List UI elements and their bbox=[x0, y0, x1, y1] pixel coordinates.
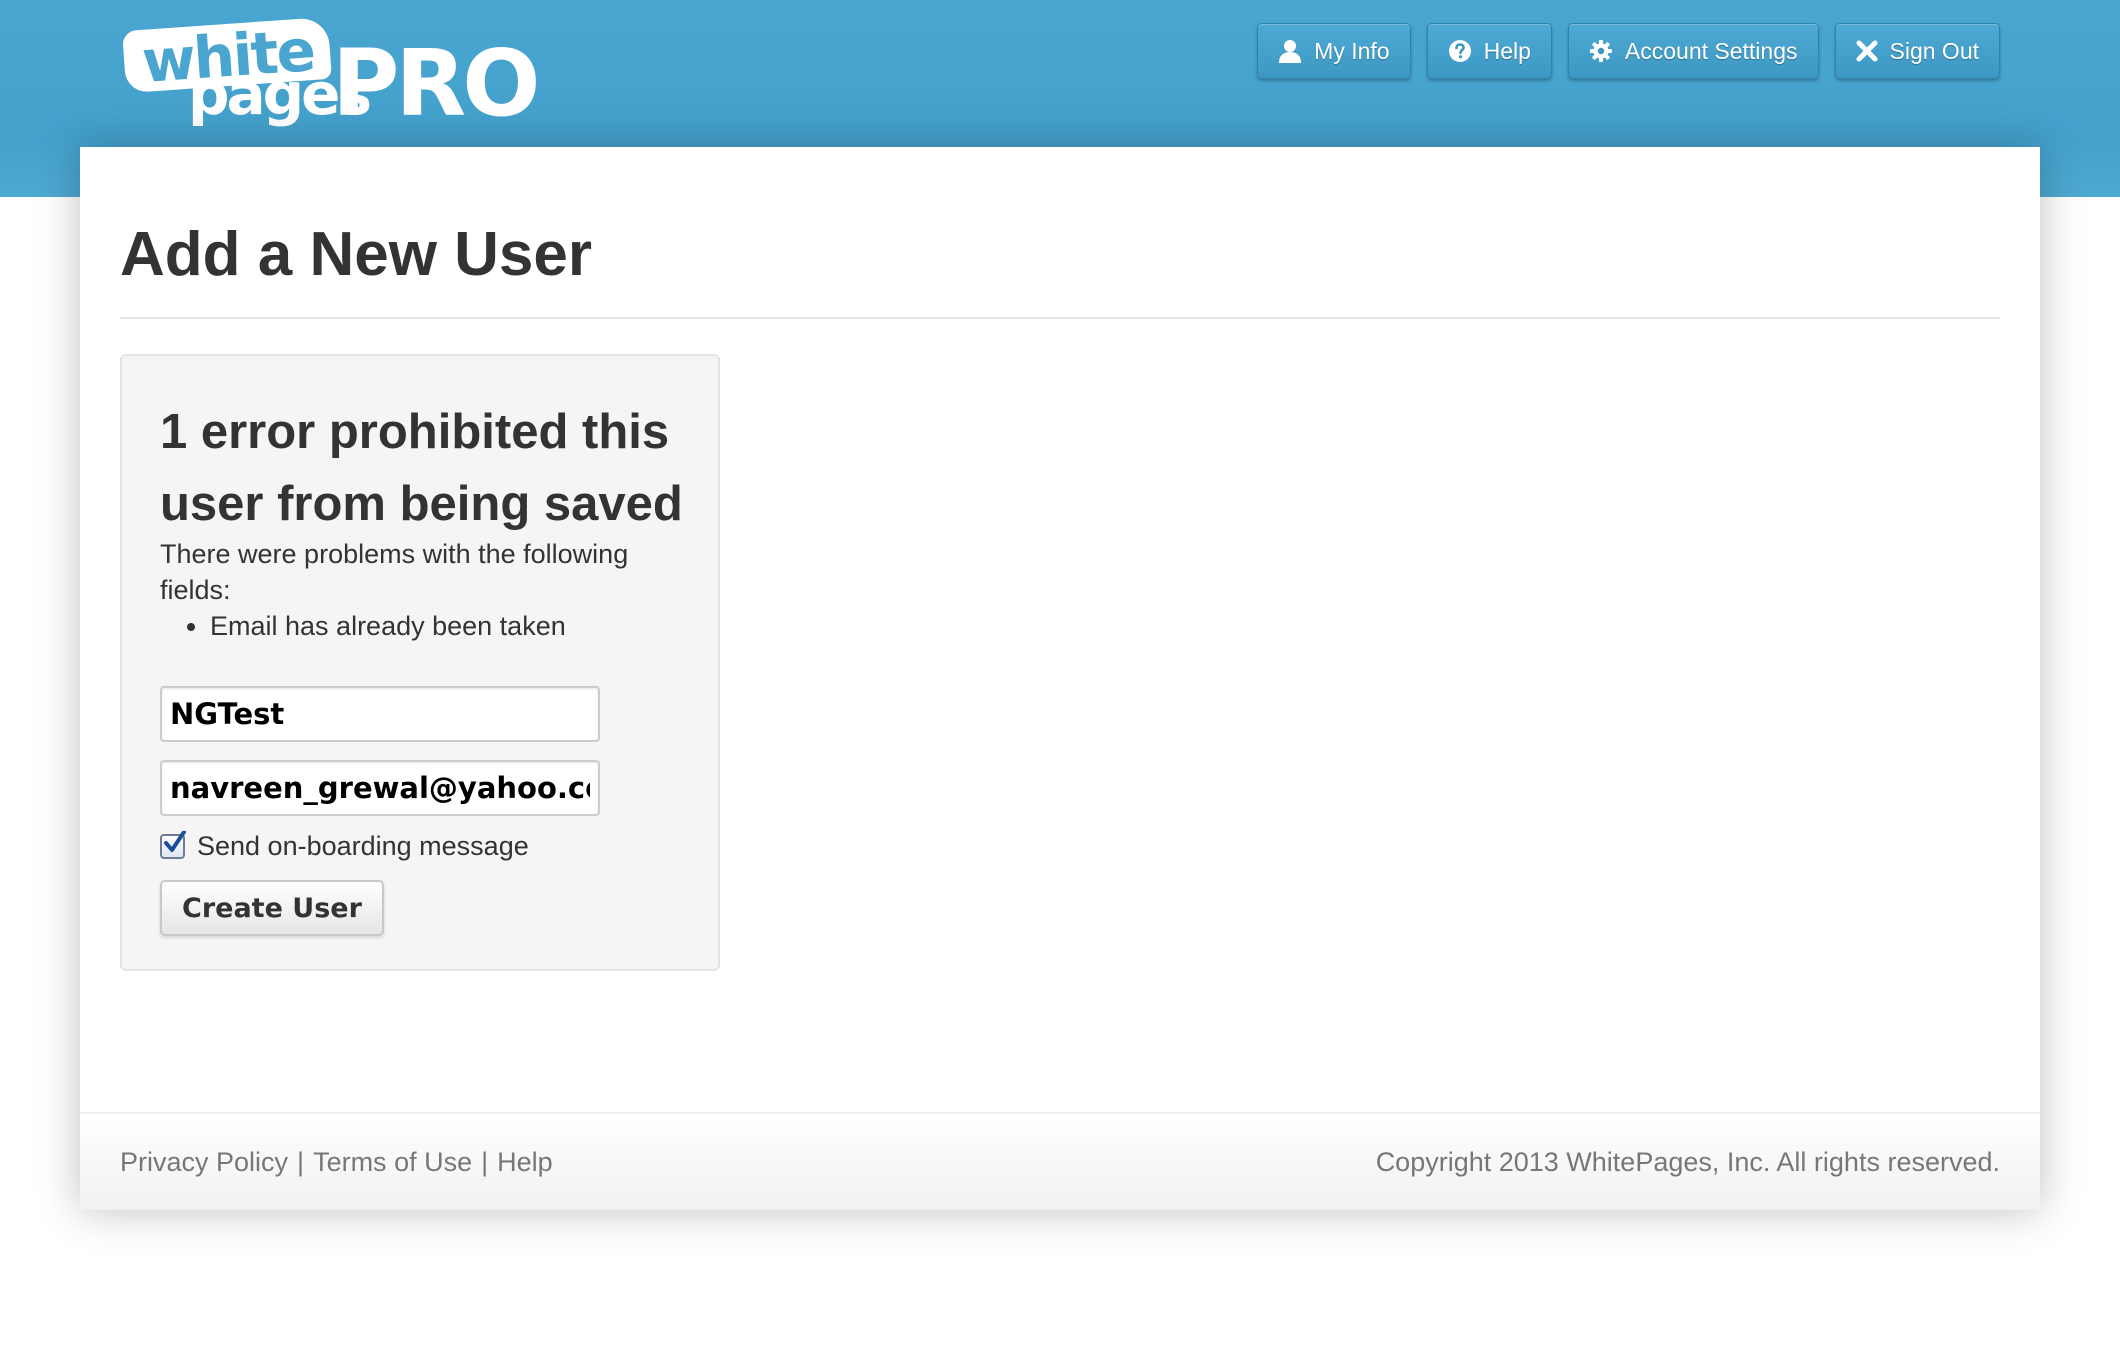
email-input[interactable] bbox=[160, 760, 600, 816]
logo-word-pro: PRO bbox=[332, 30, 540, 137]
close-icon bbox=[1856, 40, 1878, 62]
my-info-button[interactable]: My Info bbox=[1257, 23, 1411, 79]
error-heading: 1 error prohibited this user from being … bbox=[160, 405, 683, 531]
gear-icon bbox=[1589, 39, 1613, 63]
account-settings-button[interactable]: Account Settings bbox=[1567, 23, 1819, 79]
footer-separator: | bbox=[481, 1146, 489, 1177]
create-user-button[interactable]: Create User bbox=[160, 880, 384, 936]
sign-out-button[interactable]: Sign Out bbox=[1834, 23, 2000, 79]
footer: Privacy Policy | Terms of Use | Help Cop… bbox=[80, 1112, 2040, 1210]
footer-separator: | bbox=[297, 1146, 305, 1177]
error-intro-text: There were problems with the following f… bbox=[160, 539, 629, 605]
title-divider bbox=[120, 317, 2000, 319]
terms-of-use-link[interactable]: Terms of Use bbox=[313, 1147, 472, 1178]
onboarding-label: Send on-boarding message bbox=[197, 831, 529, 861]
help-label: Help bbox=[1483, 37, 1531, 64]
sign-out-label: Sign Out bbox=[1889, 37, 1980, 64]
main-card: Add a New User 1 error prohibited this u… bbox=[80, 147, 2040, 1210]
page-title: Add a New User bbox=[120, 220, 593, 289]
whitepages-pro-logo[interactable]: white pages PRO bbox=[120, 16, 540, 137]
onboarding-checkbox[interactable] bbox=[159, 830, 187, 862]
privacy-policy-link[interactable]: Privacy Policy bbox=[120, 1147, 288, 1178]
help-button[interactable]: Help bbox=[1426, 23, 1552, 79]
footer-help-link[interactable]: Help bbox=[497, 1147, 553, 1178]
footer-links: Privacy Policy | Terms of Use | Help bbox=[120, 1114, 553, 1210]
error-list-item: Email has already been taken bbox=[210, 608, 566, 644]
user-icon bbox=[1278, 39, 1302, 63]
error-list: Email has already been taken bbox=[160, 608, 566, 644]
my-info-label: My Info bbox=[1314, 37, 1390, 64]
account-settings-label: Account Settings bbox=[1624, 37, 1798, 64]
copyright-text: Copyright 2013 WhitePages, Inc. All righ… bbox=[1375, 1146, 2000, 1177]
top-nav: My Info Help Account Settings Sign Out bbox=[1257, 23, 2000, 79]
checkmark-icon bbox=[159, 830, 187, 862]
question-circle-icon bbox=[1448, 39, 1472, 63]
onboarding-option: Send on-boarding message bbox=[159, 830, 529, 862]
new-user-form-panel: 1 error prohibited this user from being … bbox=[120, 354, 720, 971]
name-input[interactable] bbox=[160, 686, 600, 742]
